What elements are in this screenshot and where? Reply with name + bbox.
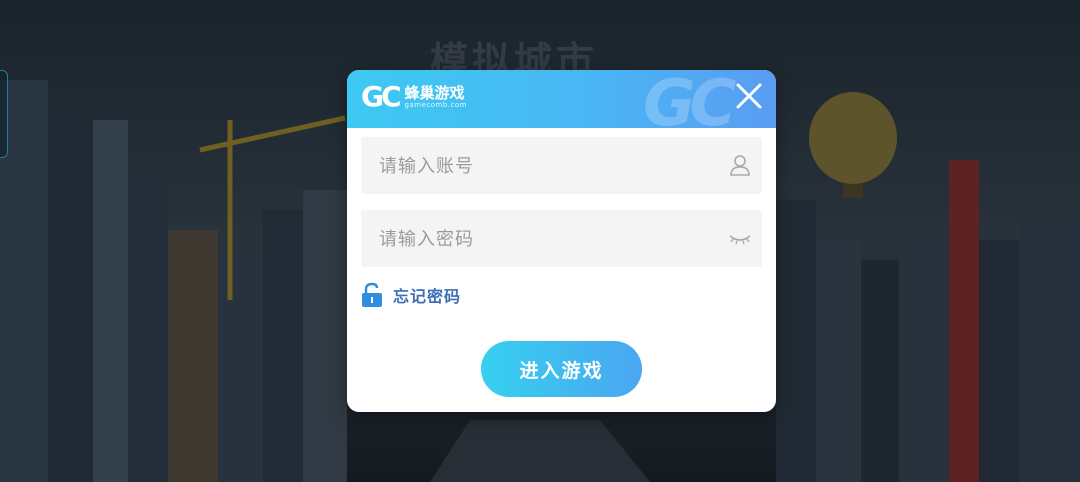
password-input[interactable] bbox=[377, 210, 711, 269]
account-input[interactable] bbox=[377, 137, 711, 196]
account-field bbox=[361, 137, 762, 196]
forgot-password-link[interactable]: 忘记密码 bbox=[361, 282, 461, 308]
logo-domain: gamecomb.com bbox=[404, 100, 467, 109]
logo-mark: GC bbox=[361, 80, 401, 113]
close-icon bbox=[736, 83, 762, 109]
password-field bbox=[361, 210, 762, 269]
lock-open-icon bbox=[362, 282, 382, 307]
logo-name: 蜂巢游戏 bbox=[404, 83, 465, 102]
login-dialog: GC GC 蜂巢游戏 gamecomb.com 请输入账号 忘记密码 进入游戏 bbox=[347, 70, 776, 412]
header-watermark: GC bbox=[643, 70, 736, 141]
forgot-password-label: 忘记密码 bbox=[393, 287, 462, 306]
enter-game-button[interactable]: 进入游戏 bbox=[481, 341, 642, 397]
dialog-header: GC GC 蜂巢游戏 gamecomb.com bbox=[347, 70, 776, 136]
eye-closed-icon[interactable] bbox=[726, 226, 754, 250]
close-button[interactable] bbox=[733, 80, 765, 112]
gamecomb-logo: GC 蜂巢游戏 gamecomb.com bbox=[361, 83, 467, 111]
user-icon bbox=[730, 155, 750, 176]
